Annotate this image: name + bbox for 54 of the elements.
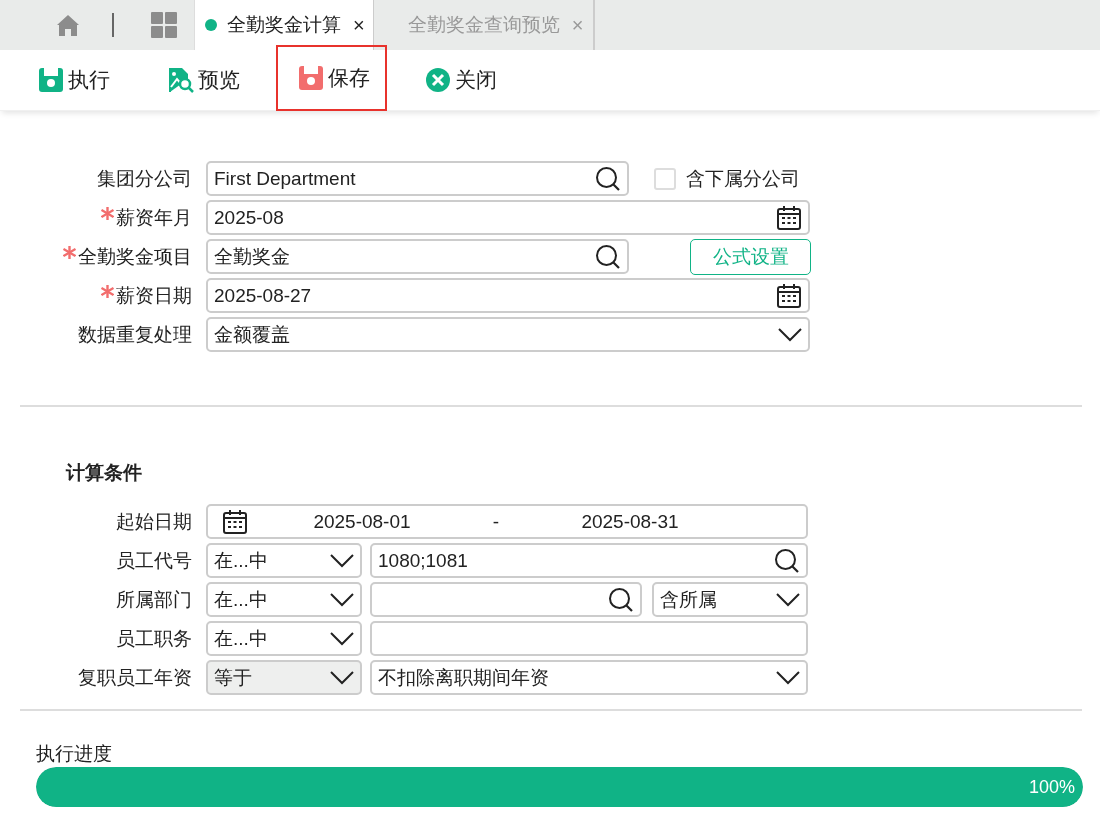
lookup-field[interactable]: First Department (206, 161, 629, 196)
lookup-field[interactable]: 1080;1081 (370, 543, 808, 578)
lookup-field[interactable]: 全勤奖金 (206, 239, 629, 274)
home-icon (56, 14, 80, 36)
image-search-icon (168, 67, 194, 93)
chevron-down-icon (330, 592, 354, 607)
active-dot (205, 19, 217, 31)
operator-dropdown[interactable]: 在...中 (206, 582, 362, 617)
field-label: 所属部门 (116, 587, 192, 612)
execute-button[interactable]: 执行 (30, 47, 118, 113)
chevron-down-icon (776, 592, 800, 607)
date-field[interactable]: 2025-08-27 (206, 278, 810, 313)
field-label: 数据重复处理 (78, 322, 192, 347)
checkbox-label: 含下属分公司 (686, 166, 800, 191)
close-button[interactable]: 关闭 (417, 47, 505, 113)
dropdown[interactable]: 不扣除离职期间年资 (370, 660, 808, 695)
progress-label: 执行进度 (36, 742, 113, 766)
field-label: 员工代号 (116, 548, 192, 573)
dropdown[interactable]: 金额覆盖 (206, 317, 810, 352)
checkbox[interactable] (654, 167, 676, 190)
search-icon (595, 165, 621, 192)
field-label: 全勤奖金项目 (78, 244, 192, 269)
preview-button[interactable]: 预览 (160, 47, 248, 113)
search-icon (595, 243, 621, 270)
calendar-icon (776, 204, 802, 231)
calendar-icon (222, 508, 248, 535)
tab[interactable]: 全勤奖金计算 (225, 12, 343, 38)
field-label: 起始日期 (116, 509, 192, 534)
chevron-down-icon (330, 553, 354, 568)
chevron-down-icon (778, 327, 802, 342)
search-icon (774, 547, 800, 574)
section-title: 计算条件 (66, 461, 143, 485)
calendar-icon (776, 282, 802, 309)
date-range-field[interactable]: 2025-08-01 - 2025-08-31 (206, 504, 808, 539)
search-icon (608, 586, 634, 613)
scope-dropdown[interactable]: 含所属 (652, 582, 808, 617)
field-label: 集团分公司 (97, 166, 192, 191)
field-label: 薪资年月 (116, 205, 192, 230)
input-field[interactable] (370, 621, 808, 656)
chevron-down-icon (776, 670, 800, 685)
close-tab-button[interactable]: × (353, 13, 365, 37)
date-field[interactable]: 2025-08 (206, 200, 810, 235)
operator-dropdown[interactable]: 在...中 (206, 543, 362, 578)
operator-dropdown[interactable]: 在...中 (206, 621, 362, 656)
chevron-down-icon (330, 670, 354, 685)
field-label: 薪资日期 (116, 283, 192, 308)
field-label: 复职员工年资 (78, 665, 192, 690)
save-button[interactable]: 保存 (276, 45, 387, 111)
field-label: 员工职务 (116, 626, 192, 651)
lookup-field[interactable] (370, 582, 642, 617)
chevron-down-icon (330, 631, 354, 646)
close-icon (425, 67, 451, 93)
grid-icon (151, 12, 177, 38)
progress-percent: 100% (1028, 776, 1075, 798)
